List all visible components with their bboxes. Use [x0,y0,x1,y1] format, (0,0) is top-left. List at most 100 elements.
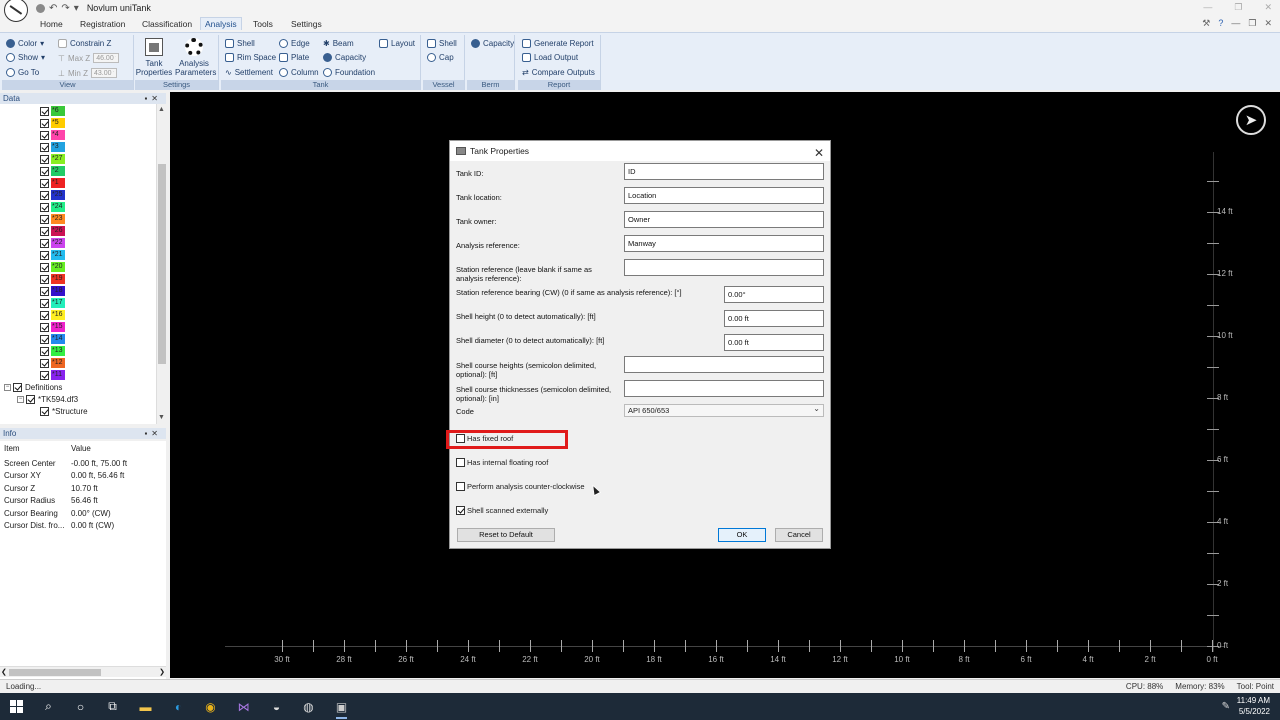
data-scrollbar[interactable]: ▲ ▼ [156,104,166,424]
max-z-input[interactable] [93,53,120,63]
counter-clockwise-checkbox[interactable]: Perform analysis counter-clockwise [456,482,585,491]
tank-owner-input[interactable] [624,211,824,228]
ribbon-restore-icon[interactable]: ❐ [1248,18,1256,29]
load-output-button[interactable]: Load Output [522,53,578,62]
chrome-icon[interactable]: ◉ [202,698,219,715]
tools-icon[interactable]: ⚒ [1202,18,1210,29]
capacity-button[interactable]: Capacity [323,53,366,62]
layer-item[interactable]: *17 [40,297,65,309]
undo-icon[interactable]: ↶ [49,3,57,14]
layer-item[interactable]: *6 [40,105,65,117]
checkbox[interactable] [40,274,49,284]
tank-properties-button[interactable]: Tank Properties [135,38,173,77]
foundation-button[interactable]: Foundation [323,68,375,77]
color-button[interactable]: Color ▾ [6,39,44,48]
search-icon[interactable]: ⌕ [40,698,57,715]
max-z-field[interactable]: ⊤ Max Z [58,53,120,63]
file-explorer-icon[interactable]: ▬ [137,698,154,715]
checkbox[interactable] [13,382,22,392]
layer-item[interactable]: *19 [40,273,65,285]
tab-classification[interactable]: Classification [138,18,196,30]
station-bearing-input[interactable] [724,286,824,303]
tab-tools[interactable]: Tools [249,18,277,30]
checkbox[interactable] [40,346,49,356]
system-clock[interactable]: 11:49 AM 5/5/2022 [1237,695,1270,717]
minimize-icon[interactable]: — [1203,2,1212,13]
app-icon[interactable]: ◒ [268,698,285,715]
layer-item[interactable]: *16 [40,309,65,321]
layer-item[interactable]: *11 [40,369,65,381]
edge-button[interactable]: Edge [279,39,310,48]
checkbox[interactable] [40,322,49,332]
layer-item[interactable]: *25 [40,189,65,201]
unitank-taskbar-icon[interactable]: ▣ [333,698,350,719]
checkbox[interactable] [40,358,49,368]
checkbox[interactable] [40,190,49,200]
cap-button[interactable]: Cap [427,53,454,62]
analysis-parameters-button[interactable]: Analysis Parameters [175,38,216,77]
scroll-right-icon[interactable]: ❯ [159,668,165,676]
shell-diameter-input[interactable] [724,334,824,351]
shell-button[interactable]: Shell [225,39,255,48]
cortana-icon[interactable]: ○ [72,698,89,715]
save-icon[interactable] [36,3,45,13]
tree-node-structure[interactable]: *Structure [40,405,88,417]
start-button[interactable] [8,698,25,715]
column-button[interactable]: Column [279,68,319,77]
navigate-arrow-icon[interactable]: ➤ [1236,105,1266,135]
checkbox[interactable] [40,286,49,296]
plate-button[interactable]: Plate [279,53,309,62]
tank-id-input[interactable] [624,163,824,180]
checkbox[interactable] [456,506,465,515]
checkbox[interactable] [40,154,49,164]
layer-item[interactable]: *1 [40,177,65,189]
pen-icon[interactable]: ✎ [1222,701,1230,712]
layer-item[interactable]: *22 [40,237,65,249]
layout-button[interactable]: Layout [379,39,415,48]
layer-item[interactable]: *20 [40,261,65,273]
checkbox[interactable] [40,250,49,260]
scroll-left-icon[interactable]: ❮ [1,668,7,676]
tab-registration[interactable]: Registration [76,18,129,30]
edge-browser-icon[interactable]: ◐ [170,698,187,715]
rim-space-button[interactable]: Rim Space [225,53,276,62]
layer-item[interactable]: *3 [40,141,65,153]
tank-location-input[interactable] [624,187,824,204]
layer-item[interactable]: *5 [40,117,65,129]
checkbox[interactable] [40,298,49,308]
ribbon-close-icon[interactable]: ✕ [1264,18,1272,29]
checkbox[interactable] [40,118,49,128]
layer-item[interactable]: *4 [40,129,65,141]
scroll-thumb[interactable] [158,164,166,364]
goto-button[interactable]: Go To [6,68,39,77]
scroll-up-icon[interactable]: ▲ [158,106,165,113]
checkbox[interactable] [40,130,49,140]
tab-settings[interactable]: Settings [287,18,326,30]
berm-capacity-button[interactable]: Capacity [471,39,514,48]
layer-item[interactable]: *12 [40,357,65,369]
checkbox[interactable] [456,482,465,491]
analysis-reference-input[interactable] [624,235,824,252]
visual-studio-icon[interactable]: ⋈ [235,698,252,715]
panel-pin-close-icons[interactable]: ▪✕ [144,428,162,439]
reset-default-button[interactable]: Reset to Default [457,528,555,542]
close-window-icon[interactable]: ✕ [1264,2,1272,13]
task-view-icon[interactable]: ⧉ [104,698,121,715]
vessel-shell-button[interactable]: Shell [427,39,457,48]
ok-button[interactable]: OK [718,528,766,542]
layer-item[interactable]: *23 [40,213,65,225]
layer-item[interactable]: *26 [40,225,65,237]
redo-icon[interactable]: ↷ [61,3,69,14]
layer-item[interactable]: *13 [40,345,65,357]
station-reference-input[interactable] [624,259,824,276]
layer-item[interactable]: *21 [40,249,65,261]
maximize-icon[interactable]: ❐ [1234,2,1242,13]
checkbox[interactable] [40,202,49,212]
checkbox[interactable] [40,178,49,188]
layer-item[interactable]: *27 [40,153,65,165]
constrain-z-checkbox[interactable]: Constrain Z [58,39,111,48]
cancel-button[interactable]: Cancel [775,528,823,542]
checkbox[interactable] [40,226,49,236]
layer-item[interactable]: *14 [40,333,65,345]
tab-home[interactable]: Home [36,18,67,30]
